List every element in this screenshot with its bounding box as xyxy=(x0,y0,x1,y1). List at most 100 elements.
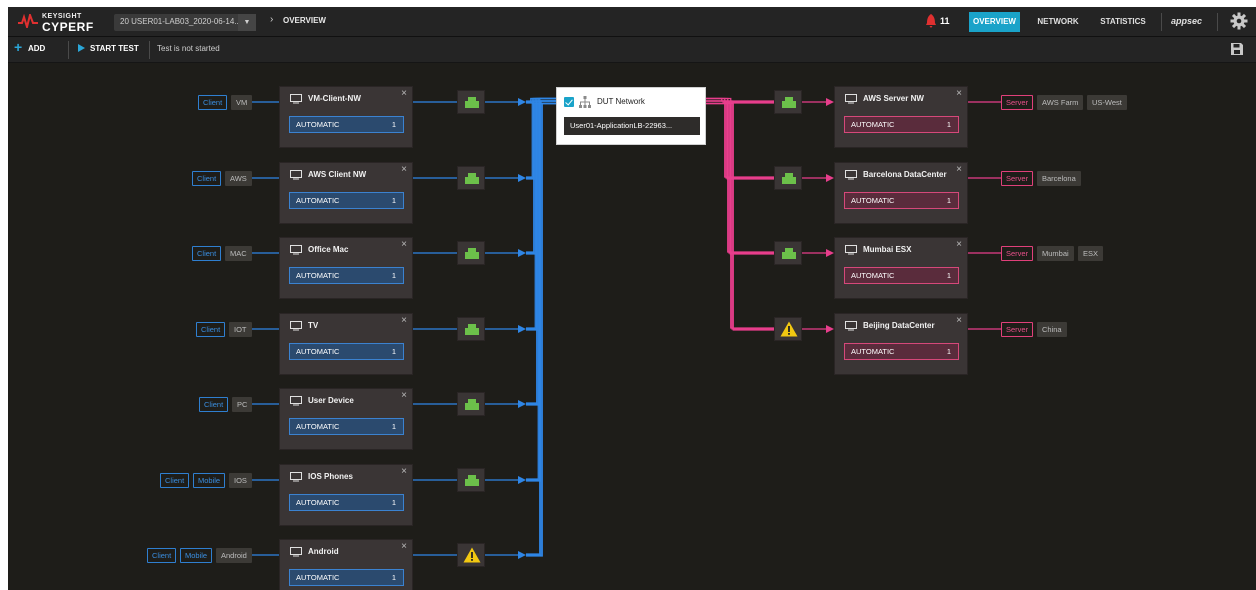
client-device-0[interactable] xyxy=(457,90,485,114)
tag-client: Mobile xyxy=(193,473,226,488)
checkbox-checked-icon[interactable] xyxy=(564,97,574,107)
close-icon[interactable]: × xyxy=(401,541,407,552)
client-network-node-3[interactable]: TV × AUTOMATIC 1 xyxy=(279,313,413,375)
monitor-icon xyxy=(290,472,302,482)
flow-arrow xyxy=(518,249,526,257)
dut-network-node[interactable]: DUT Network User01-ApplicationLB-22963..… xyxy=(556,87,706,145)
close-icon[interactable]: × xyxy=(401,164,407,175)
mode-label: AUTOMATIC xyxy=(296,347,340,356)
tag-grey: ESX xyxy=(1078,246,1104,261)
monitor-icon xyxy=(845,321,857,331)
assignment-mode[interactable]: AUTOMATIC 1 xyxy=(844,267,959,284)
chevron-down-icon[interactable]: ▼ xyxy=(238,14,256,31)
tag-grey: China xyxy=(1037,322,1067,337)
network-name: Mumbai ESX xyxy=(863,245,912,254)
client-network-node-2[interactable]: Office Mac × AUTOMATIC 1 xyxy=(279,237,413,299)
tag-client: Client xyxy=(199,397,229,412)
trunk-wire xyxy=(706,102,774,180)
tab-network[interactable]: NETWORK xyxy=(1030,12,1086,32)
monitor-icon xyxy=(290,170,302,180)
client-device-6[interactable] xyxy=(457,543,485,567)
server-network-node-1[interactable]: Barcelona DataCenter × AUTOMATIC 1 xyxy=(834,162,968,224)
network-switch-icon xyxy=(465,248,479,259)
monitor-icon xyxy=(290,245,302,255)
client-network-node-0[interactable]: VM-Client-NW × AUTOMATIC 1 xyxy=(279,86,413,148)
assignment-mode[interactable]: AUTOMATIC 1 xyxy=(844,116,959,133)
mode-label: AUTOMATIC xyxy=(851,271,895,280)
monitor-icon xyxy=(845,94,857,104)
gear-icon[interactable] xyxy=(1230,12,1248,30)
client-device-1[interactable] xyxy=(457,166,485,190)
tab-overview[interactable]: OVERVIEW xyxy=(969,12,1020,32)
network-switch-icon xyxy=(465,97,479,108)
divider xyxy=(1217,13,1218,31)
tag-client: Client xyxy=(192,171,222,186)
trunk-wire xyxy=(706,100,774,330)
server-device-1[interactable] xyxy=(774,166,802,190)
test-status: Test is not started xyxy=(157,44,220,53)
mode-label: AUTOMATIC xyxy=(296,271,340,280)
tag-grey: MAC xyxy=(225,246,252,261)
close-icon[interactable]: × xyxy=(956,315,962,326)
agent-count: 1 xyxy=(391,573,396,582)
client-network-node-4[interactable]: User Device × AUTOMATIC 1 xyxy=(279,388,413,450)
close-icon[interactable]: × xyxy=(401,390,407,401)
logo-small-text: KEYSIGHT xyxy=(42,13,82,20)
assignment-mode[interactable]: AUTOMATIC 1 xyxy=(289,569,404,586)
close-icon[interactable]: × xyxy=(956,88,962,99)
network-name: Barcelona DataCenter xyxy=(863,170,947,179)
server-device-0[interactable] xyxy=(774,90,802,114)
tag-server: Server xyxy=(1001,246,1034,261)
agent-count: 1 xyxy=(391,196,396,205)
monitor-icon xyxy=(290,547,302,557)
save-icon[interactable] xyxy=(1230,42,1244,56)
server-network-node-0[interactable]: AWS Server NW × AUTOMATIC 1 xyxy=(834,86,968,148)
close-icon[interactable]: × xyxy=(401,315,407,326)
warning-icon xyxy=(463,547,481,563)
client-device-5[interactable] xyxy=(457,468,485,492)
flow-arrow xyxy=(518,551,526,559)
start-test-label: START TEST xyxy=(90,44,139,53)
bell-icon xyxy=(926,14,936,28)
assignment-mode[interactable]: AUTOMATIC 1 xyxy=(289,192,404,209)
close-icon[interactable]: × xyxy=(401,88,407,99)
network-name: User Device xyxy=(308,396,354,405)
monitor-icon xyxy=(290,396,302,406)
close-icon[interactable]: × xyxy=(956,239,962,250)
tag-grey: US-West xyxy=(1087,95,1127,110)
client-device-2[interactable] xyxy=(457,241,485,265)
assignment-mode[interactable]: AUTOMATIC 1 xyxy=(289,494,404,511)
tag-grey: PC xyxy=(232,397,253,412)
assignment-mode[interactable]: AUTOMATIC 1 xyxy=(289,116,404,133)
assignment-mode[interactable]: AUTOMATIC 1 xyxy=(844,343,959,360)
assignment-mode[interactable]: AUTOMATIC 1 xyxy=(289,418,404,435)
client-device-4[interactable] xyxy=(457,392,485,416)
tag-server: Server xyxy=(1001,95,1034,110)
monitor-icon xyxy=(845,245,857,255)
close-icon[interactable]: × xyxy=(956,164,962,175)
client-device-3[interactable] xyxy=(457,317,485,341)
trunk-wire xyxy=(706,97,774,178)
config-selector[interactable]: 20 USER01-LAB03_2020-06-14... ▼ xyxy=(114,14,256,31)
keysight-wave-icon xyxy=(18,14,38,28)
server-device-3[interactable] xyxy=(774,317,802,341)
tab-statistics[interactable]: STATISTICS xyxy=(1093,12,1153,32)
user-name[interactable]: appsec xyxy=(1171,16,1202,26)
flow-arrow xyxy=(518,400,526,408)
topology-canvas: Client VM VM-Client-NW × AUTOMATIC 1 Client AWS… xyxy=(8,64,1256,590)
client-network-node-1[interactable]: AWS Client NW × AUTOMATIC 1 xyxy=(279,162,413,224)
toolbar: + ADD START TEST Test is not started xyxy=(8,37,1256,63)
monitor-icon xyxy=(290,94,302,104)
assignment-mode[interactable]: AUTOMATIC 1 xyxy=(844,192,959,209)
assignment-mode[interactable]: AUTOMATIC 1 xyxy=(289,343,404,360)
assignment-mode[interactable]: AUTOMATIC 1 xyxy=(289,267,404,284)
client-network-node-6[interactable]: Android × AUTOMATIC 1 xyxy=(279,539,413,590)
agent-count: 1 xyxy=(391,347,396,356)
server-network-node-3[interactable]: Beijing DataCenter × AUTOMATIC 1 xyxy=(834,313,968,375)
close-icon[interactable]: × xyxy=(401,239,407,250)
client-network-node-5[interactable]: IOS Phones × AUTOMATIC 1 xyxy=(279,464,413,526)
close-icon[interactable]: × xyxy=(401,466,407,477)
dut-value[interactable]: User01-ApplicationLB-22963... xyxy=(564,117,700,135)
server-network-node-2[interactable]: Mumbai ESX × AUTOMATIC 1 xyxy=(834,237,968,299)
server-device-2[interactable] xyxy=(774,241,802,265)
